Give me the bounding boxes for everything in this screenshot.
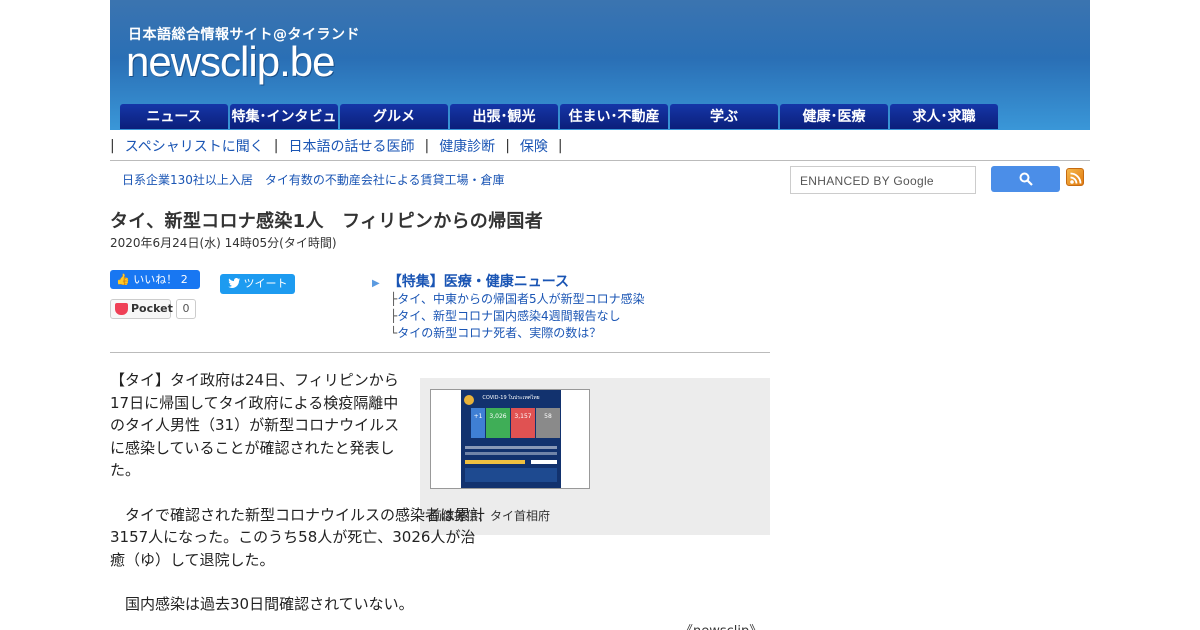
twitter-bird-icon <box>228 278 240 288</box>
search-input[interactable]: ENHANCED BY Google <box>790 166 976 194</box>
main-nav: ニュース 特集･インタビュー グルメ 出張･観光 住まい･不動産 学ぶ 健康･医… <box>120 104 1000 151</box>
article-paragraph: 国内感染は過去30日間確認されていない。 <box>110 595 414 613</box>
nav-tab-travel[interactable]: 出張･観光 <box>450 104 558 129</box>
nav-tab-learn[interactable]: 学ぶ <box>670 104 778 129</box>
pocket-count: 0 <box>176 299 196 319</box>
related-heading-link[interactable]: ▶ 【特集】医療・健康ニュース <box>372 271 645 291</box>
subnav-separator: | <box>424 138 430 154</box>
subnav-separator: | <box>273 138 279 154</box>
related-item[interactable]: ├タイ、中東からの帰国者5人が新型コロナ感染 <box>390 291 645 308</box>
nav-tab-features[interactable]: 特集･インタビュー <box>230 104 338 151</box>
pocket-label: Pocket <box>131 302 173 315</box>
nav-tab-jobs[interactable]: 求人･求職 <box>890 104 998 129</box>
article-title: タイ、新型コロナ感染1人 フィリピンからの帰国者 <box>110 211 544 232</box>
related-item[interactable]: └タイの新型コロナ死者、実際の数は？ <box>390 325 645 342</box>
related-links: ▶ 【特集】医療・健康ニュース ├タイ、中東からの帰国者5人が新型コロナ感染 ├タ… <box>372 271 645 342</box>
sub-nav: | スペシャリストに聞く | 日本語の話せる医師 | 健康診断 | 保険 | <box>110 136 573 156</box>
subnav-separator: | <box>110 138 115 154</box>
related-item[interactable]: ├タイ、新型コロナ国内感染4週間報告なし <box>390 308 645 325</box>
pocket-button[interactable]: Pocket <box>110 299 173 319</box>
subnav-link-doctors[interactable]: 日本語の話せる医師 <box>288 136 414 156</box>
nav-tab-health[interactable]: 健康･医療 <box>780 104 888 129</box>
article-body: 【タイ】タイ政府は24日、フィリピンから17日に帰国してタイ政府による検疫隔離中… <box>110 369 770 630</box>
subnav-divider <box>110 160 1090 161</box>
site-header: 日本語総合情報サイト@タイランド newsclip.be ニュース 特集･インタ… <box>110 0 1090 151</box>
nav-tab-real-estate[interactable]: 住まい･不動産 <box>560 104 668 129</box>
rss-icon[interactable] <box>1066 168 1084 186</box>
nav-tab-news[interactable]: ニュース <box>120 104 228 129</box>
subnav-separator: | <box>557 138 563 154</box>
content-divider <box>110 352 770 353</box>
article-source: 《newsclip》 <box>680 620 762 630</box>
search-button[interactable] <box>991 166 1060 192</box>
tweet-button[interactable]: ツイート <box>220 274 295 294</box>
subnav-link-insurance[interactable]: 保険 <box>520 136 548 156</box>
pocket-icon <box>115 303 128 315</box>
subnav-separator: | <box>505 138 510 154</box>
site-logo[interactable]: newsclip.be <box>126 38 335 86</box>
thumbs-up-icon: 👍 <box>116 273 130 286</box>
triangle-right-icon: ▶ <box>372 278 380 289</box>
like-label: いいね！ 2 <box>133 273 188 286</box>
subnav-link-specialist[interactable]: スペシャリストに聞く <box>125 136 264 156</box>
article-paragraph: タイで確認された新型コロナウイルスの感染者は累計3157人になった。このうち58… <box>110 505 486 569</box>
nav-tab-gourmet[interactable]: グルメ <box>340 104 448 129</box>
tweet-label: ツイート <box>243 277 288 290</box>
article-paragraph: 【タイ】タイ政府は24日、フィリピンから17日に帰国してタイ政府による検疫隔離中… <box>110 371 400 479</box>
facebook-like-button[interactable]: 👍 いいね！ 2 <box>110 270 200 289</box>
ad-link[interactable]: 日系企業130社以上入居 タイ有数の不動産会社による賃貸工場・倉庫 <box>122 171 505 188</box>
search-icon <box>1019 172 1033 186</box>
related-heading-label: 【特集】医療・健康ニュース <box>387 274 570 290</box>
subnav-link-checkup[interactable]: 健康診断 <box>439 136 495 156</box>
article-date: 2020年6月24日(水) 14時05分(タイ時間) <box>110 236 337 250</box>
